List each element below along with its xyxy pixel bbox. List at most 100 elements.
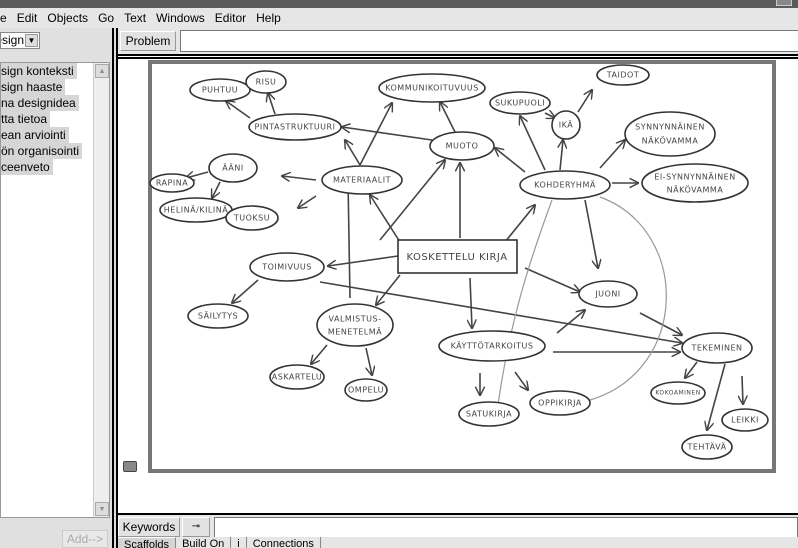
svg-text:SYNNYNNÄINEN: SYNNYNNÄINEN	[635, 122, 705, 132]
svg-text:SÄILYTYS: SÄILYTYS	[198, 311, 238, 321]
list-item[interactable]: ean arviointi	[1, 127, 96, 143]
node-oppikirja: OPPIKIRJA	[529, 390, 591, 416]
svg-text:PINTASTRUKTUURI: PINTASTRUKTUURI	[255, 123, 336, 132]
menu-file[interactable]: e	[0, 11, 12, 25]
node-tehtava: TEHTÄVÄ	[681, 434, 733, 460]
node-valmistusmenetelma: VALMISTUS- MENETELMÄ	[316, 303, 394, 347]
maximize-button[interactable]	[776, 0, 792, 6]
tab-info[interactable]: i	[231, 537, 247, 548]
node-taidot: TAIDOT	[596, 64, 650, 86]
svg-text:RISU: RISU	[256, 78, 277, 87]
list-item[interactable]: na designidea	[1, 95, 96, 111]
node-ei-synnynnainen: EI-SYNNYNNÄINEN NÄKÖVAMMA	[641, 163, 749, 203]
svg-text:ASKARTELU: ASKARTELU	[272, 373, 322, 382]
node-helina: HELINÄ/KILINÄ	[159, 197, 233, 223]
menu-bar: e Edit Objects Go Text Windows Editor He…	[0, 8, 798, 28]
node-puhtuu: PUHTUU	[189, 78, 251, 102]
svg-text:OMPELU: OMPELU	[348, 386, 384, 395]
list-item[interactable]: ön organisointi	[1, 143, 96, 159]
tab-scaffolds[interactable]: Scaffolds	[118, 537, 177, 548]
node-ompelu: OMPELU	[344, 378, 388, 402]
node-pintastruktuuri: PINTASTRUKTUURI	[248, 113, 342, 141]
list-scrollbar[interactable]: ▲ ▼	[93, 63, 109, 517]
node-tuoksu: TUOKSU	[225, 205, 279, 231]
note-canvas: PUHTUU RISU PINTASTRUKTUURI KOMMUNIKOITU…	[118, 59, 798, 513]
node-ika: IKÄ	[551, 110, 581, 140]
keywords-input[interactable]	[214, 517, 798, 539]
bottom-tabs: Scaffolds Build On i Connections	[118, 537, 798, 548]
scaffold-list: sign konteksti sign haaste na designidea…	[0, 62, 110, 518]
node-kokoaminen: KOKOAMINEN	[650, 381, 706, 405]
svg-text:KOMMUNIKOITUVUUS: KOMMUNIKOITUVUUS	[385, 84, 479, 93]
menu-edit[interactable]: Edit	[12, 11, 43, 25]
scroll-down-icon[interactable]: ▼	[95, 502, 109, 516]
chevron-down-icon[interactable]: ▼	[25, 34, 38, 47]
list-item[interactable]: sign haaste	[1, 79, 96, 95]
list-item[interactable]: tta tietoa	[1, 111, 96, 127]
node-satukirja: SATUKIRJA	[458, 401, 520, 427]
node-sukupuoli: SUKUPUOLI	[489, 91, 551, 115]
svg-text:KOSKETTELU KIRJA: KOSKETTELU KIRJA	[406, 252, 507, 263]
keywords-bar: Keywords ⊸	[118, 513, 798, 539]
node-leikki: LEIKKI	[721, 408, 769, 432]
svg-text:TOIMIVUUS: TOIMIVUUS	[261, 263, 312, 272]
svg-text:MATERIAALIT: MATERIAALIT	[333, 176, 391, 185]
menu-editor[interactable]: Editor	[210, 11, 251, 25]
svg-text:TEKEMINEN: TEKEMINEN	[690, 344, 742, 353]
svg-text:MUOTO: MUOTO	[446, 142, 479, 151]
svg-text:EI-SYNNYNNÄINEN: EI-SYNNYNNÄINEN	[654, 172, 735, 182]
node-kayttotarkoitus: KÄYTTÖTARKOITUS	[438, 330, 546, 362]
node-muoto: MUOTO	[429, 131, 495, 161]
svg-text:JUONI: JUONI	[594, 290, 620, 299]
node-juoni: JUONI	[578, 280, 638, 308]
svg-text:TEHTÄVÄ: TEHTÄVÄ	[686, 442, 726, 452]
menu-windows[interactable]: Windows	[151, 11, 210, 25]
list-item[interactable]: sign konteksti	[1, 63, 96, 79]
menu-help[interactable]: Help	[251, 11, 286, 25]
scroll-up-icon[interactable]: ▲	[95, 64, 109, 78]
keywords-button[interactable]: Keywords	[118, 517, 180, 537]
folder-icon[interactable]	[123, 461, 137, 472]
list-item[interactable]: ceenveto	[1, 159, 96, 175]
node-risu: RISU	[245, 70, 287, 94]
node-koskettelu-kirja: KOSKETTELU KIRJA	[397, 239, 518, 274]
node-kohderyhma: KOHDERYHMÄ	[519, 170, 611, 200]
tab-connections[interactable]: Connections	[247, 537, 321, 548]
menu-go[interactable]: Go	[93, 11, 119, 25]
menu-text[interactable]: Text	[119, 11, 151, 25]
node-kommunikointi: KOMMUNIKOITUVUUS	[378, 73, 486, 103]
svg-text:VALMISTUS-: VALMISTUS-	[329, 315, 382, 324]
node-synnynnainen: SYNNYNNÄINEN NÄKÖVAMMA	[624, 111, 716, 157]
svg-text:NÄKÖVAMMA: NÄKÖVAMMA	[667, 185, 724, 195]
svg-text:ÄÄNI: ÄÄNI	[222, 163, 244, 173]
svg-text:OPPIKIRJA: OPPIKIRJA	[538, 399, 582, 408]
key-icon[interactable]: ⊸	[182, 517, 210, 537]
node-sailytys: SÄILYTYS	[187, 303, 249, 329]
svg-text:KÄYTTÖTARKOITUS: KÄYTTÖTARKOITUS	[451, 341, 534, 351]
svg-text:KOKOAMINEN: KOKOAMINEN	[655, 390, 700, 397]
title-bar	[0, 0, 798, 8]
node-aani: ÄÄNI	[208, 153, 258, 183]
problem-toolbar: Problem	[118, 28, 798, 54]
svg-text:LEIKKI: LEIKKI	[731, 416, 759, 425]
menu-objects[interactable]: Objects	[42, 11, 93, 25]
svg-text:KOHDERYHMÄ: KOHDERYHMÄ	[534, 180, 596, 190]
svg-text:IKÄ: IKÄ	[559, 120, 573, 130]
svg-text:TAIDOT: TAIDOT	[606, 71, 639, 80]
svg-text:PUHTUU: PUHTUU	[202, 86, 238, 95]
svg-text:RAPINA: RAPINA	[156, 179, 188, 188]
svg-text:MENETELMÄ: MENETELMÄ	[328, 327, 382, 337]
context-select[interactable]: esign ▼	[0, 32, 40, 49]
problem-input[interactable]	[180, 30, 798, 52]
node-rapina: RAPINA	[149, 173, 195, 193]
problem-button[interactable]: Problem	[120, 31, 176, 51]
add-button[interactable]: Add-->	[62, 530, 108, 548]
node-toimivuus: TOIMIVUUS	[249, 252, 325, 282]
node-tekeminen: TEKEMINEN	[681, 332, 753, 364]
svg-text:SATUKIRJA: SATUKIRJA	[466, 410, 512, 419]
node-materiaalit: MATERIAALIT	[321, 165, 403, 195]
svg-text:NÄKÖVAMMA: NÄKÖVAMMA	[642, 136, 699, 146]
tab-build-on[interactable]: Build On	[176, 537, 232, 548]
svg-text:SUKUPUOLI: SUKUPUOLI	[495, 99, 545, 108]
mind-map-image: PUHTUU RISU PINTASTRUKTUURI KOMMUNIKOITU…	[148, 60, 776, 473]
